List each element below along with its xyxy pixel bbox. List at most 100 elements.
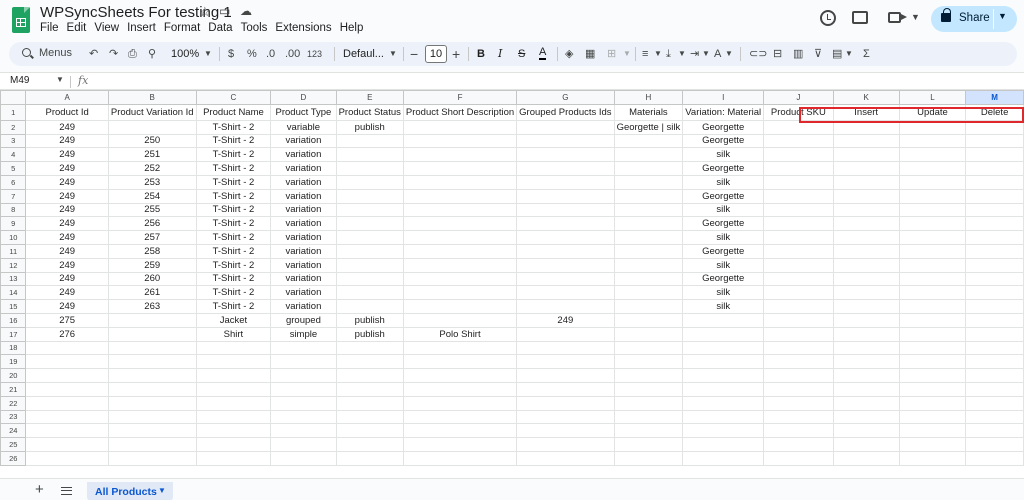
row-header[interactable]: 6 — [0, 174, 27, 190]
table-cell[interactable] — [335, 381, 404, 397]
strikethrough-button[interactable]: S — [518, 46, 525, 62]
table-cell[interactable] — [898, 230, 967, 245]
row-header[interactable]: 8 — [0, 202, 27, 218]
table-cell[interactable] — [898, 257, 967, 273]
table-cell[interactable]: 249 — [25, 243, 109, 259]
bold-button[interactable]: B — [477, 46, 485, 62]
table-cell[interactable] — [965, 340, 1024, 356]
table-cell[interactable]: Product Variation Id — [107, 103, 197, 121]
table-cell[interactable] — [965, 188, 1024, 204]
table-cell[interactable] — [613, 354, 684, 370]
table-cell[interactable] — [898, 271, 967, 287]
row-header[interactable]: 3 — [0, 133, 27, 149]
borders-icon[interactable]: ▦ — [585, 46, 595, 62]
table-cell[interactable] — [270, 395, 337, 411]
table-cell[interactable] — [25, 450, 109, 466]
table-cell[interactable]: 254 — [107, 188, 197, 204]
table-cell[interactable] — [270, 450, 337, 466]
table-cell[interactable] — [898, 133, 967, 149]
table-cell[interactable]: silk — [682, 174, 765, 190]
table-cell[interactable] — [763, 257, 834, 273]
table-cell[interactable] — [613, 326, 684, 342]
table-cell[interactable] — [25, 340, 109, 356]
column-header-selected[interactable]: M — [965, 90, 1024, 105]
row-header[interactable]: 23 — [0, 409, 27, 425]
font-size-input[interactable]: 10 — [425, 45, 447, 63]
table-cell[interactable]: Georgette | silk — [613, 119, 684, 135]
table-cell[interactable] — [898, 299, 967, 314]
table-cell[interactable]: T-Shirt - 2 — [195, 147, 272, 163]
table-cell[interactable] — [335, 188, 404, 204]
table-cell[interactable] — [516, 133, 615, 149]
table-cell[interactable] — [965, 161, 1024, 176]
table-cell[interactable] — [516, 409, 615, 425]
table-cell[interactable] — [832, 437, 900, 452]
table-cell[interactable]: 249 — [25, 257, 109, 273]
table-cell[interactable] — [613, 133, 684, 149]
table-cell[interactable] — [107, 423, 197, 439]
merge-cells-icon[interactable]: ⊞ — [607, 46, 616, 62]
table-cell[interactable]: 258 — [107, 243, 197, 259]
table-cell[interactable] — [516, 437, 615, 452]
sheet-tab-chevron-icon[interactable]: ▼ — [158, 486, 166, 495]
table-cell[interactable] — [516, 271, 615, 287]
table-cell[interactable] — [25, 354, 109, 370]
table-cell[interactable] — [898, 188, 967, 204]
table-cell[interactable] — [335, 395, 404, 411]
table-cell[interactable] — [763, 326, 834, 342]
table-cell[interactable] — [965, 257, 1024, 273]
table-cell[interactable]: T-Shirt - 2 — [195, 299, 272, 314]
table-cell[interactable] — [965, 271, 1024, 287]
table-cell[interactable] — [25, 368, 109, 383]
table-cell[interactable] — [763, 395, 834, 411]
decrease-decimal-button[interactable]: .0 — [266, 46, 275, 62]
table-cell[interactable] — [402, 119, 518, 135]
table-cell[interactable] — [402, 450, 518, 466]
table-cell[interactable] — [832, 271, 900, 287]
table-cell[interactable] — [613, 243, 684, 259]
table-cell[interactable]: publish — [335, 119, 404, 135]
table-cell[interactable] — [335, 257, 404, 273]
table-cell[interactable] — [682, 326, 765, 342]
menu-help[interactable]: Help — [340, 22, 370, 34]
row-header[interactable]: 4 — [0, 147, 27, 163]
table-cell[interactable] — [402, 312, 518, 328]
table-cell[interactable] — [682, 354, 765, 370]
table-cell[interactable] — [965, 312, 1024, 328]
print-icon[interactable]: ⎙ — [128, 46, 137, 62]
redo-icon[interactable]: ↷ — [109, 46, 118, 62]
table-cell[interactable] — [832, 202, 900, 218]
table-cell[interactable]: 249 — [25, 230, 109, 245]
table-cell[interactable]: T-Shirt - 2 — [195, 119, 272, 135]
table-cell[interactable] — [832, 243, 900, 259]
table-cell[interactable]: 249 — [516, 312, 615, 328]
table-cell[interactable] — [195, 423, 272, 439]
table-cell[interactable] — [613, 230, 684, 245]
table-cell[interactable]: Georgette — [682, 161, 765, 176]
table-cell[interactable] — [270, 409, 337, 425]
table-cell[interactable] — [516, 340, 615, 356]
table-cell[interactable] — [682, 312, 765, 328]
table-cell[interactable]: Georgette — [682, 133, 765, 149]
table-cell[interactable]: Georgette — [682, 243, 765, 259]
table-cell[interactable]: T-Shirt - 2 — [195, 202, 272, 218]
insert-chart-icon[interactable]: ▥ — [793, 46, 803, 62]
table-cell[interactable] — [682, 437, 765, 452]
table-cell[interactable]: variation — [270, 230, 337, 245]
table-cell[interactable]: 261 — [107, 285, 197, 301]
table-cell[interactable] — [613, 312, 684, 328]
table-cell[interactable] — [516, 257, 615, 273]
star-icon[interactable]: ☆ — [199, 4, 211, 20]
table-cell[interactable] — [402, 381, 518, 397]
table-cell[interactable]: variation — [270, 216, 337, 232]
table-cell[interactable] — [832, 216, 900, 232]
table-cell[interactable] — [965, 174, 1024, 190]
row-header[interactable]: 7 — [0, 188, 27, 204]
table-cell[interactable] — [270, 368, 337, 383]
table-cell[interactable] — [763, 216, 834, 232]
menu-file[interactable]: File — [40, 22, 65, 34]
column-header[interactable]: L — [898, 90, 967, 105]
table-cell[interactable] — [832, 161, 900, 176]
table-cell[interactable] — [402, 368, 518, 383]
table-cell[interactable]: T-Shirt - 2 — [195, 216, 272, 232]
